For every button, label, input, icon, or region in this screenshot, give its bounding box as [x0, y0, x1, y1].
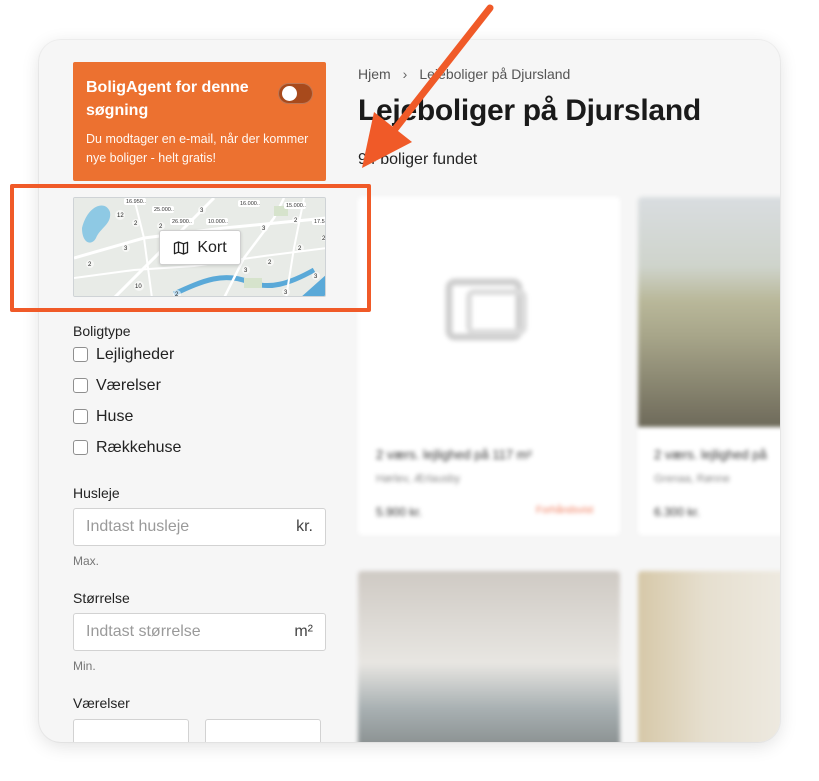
arrow-annotation-icon — [362, 4, 494, 168]
